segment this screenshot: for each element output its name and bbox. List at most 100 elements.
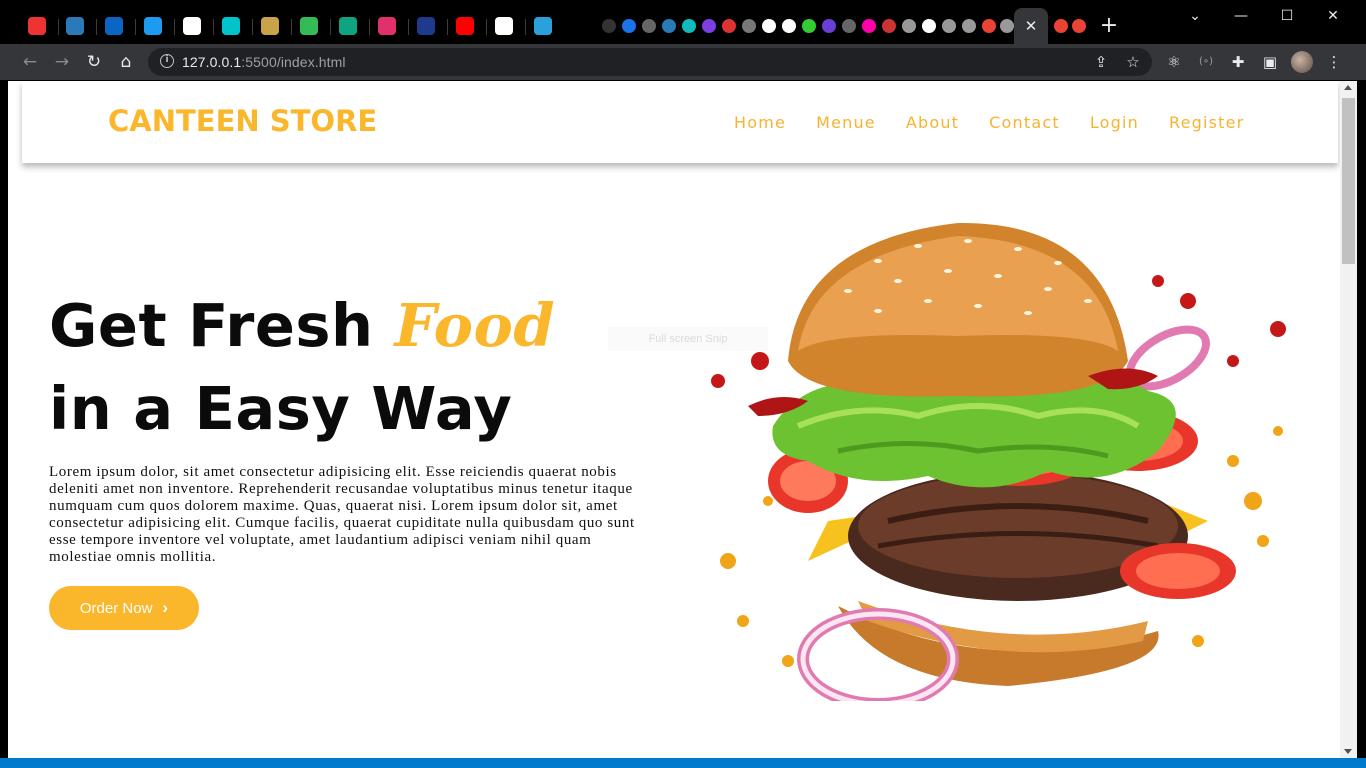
nav-home[interactable]: Home: [734, 113, 786, 132]
github-icon[interactable]: [495, 17, 513, 35]
minimize-icon[interactable]: —: [1218, 6, 1264, 28]
tab-separator: [408, 19, 409, 35]
instagram-icon[interactable]: [378, 17, 396, 35]
page-viewport: CANTEEN STORE Home Menue About Contact L…: [8, 81, 1340, 758]
browser-toolbar: ← → ↻ ⌂ i 127.0.0.1:5500/index.html ⇪ ☆ …: [0, 44, 1366, 80]
scroll-up-icon[interactable]: [1344, 85, 1352, 90]
twitter-icon[interactable]: [144, 17, 162, 35]
burger-image: [711, 222, 1286, 701]
menu-kebab-icon[interactable]: ⋮: [1324, 52, 1344, 72]
tab-separator: [135, 19, 136, 35]
tab-separator: [213, 19, 214, 35]
extensions-puzzle-icon[interactable]: ✚: [1228, 52, 1248, 72]
live-icon[interactable]: [417, 17, 435, 35]
tab-search-icon[interactable]: ⌄: [1172, 6, 1218, 28]
page-scrollbar[interactable]: [1340, 81, 1357, 758]
nav-about[interactable]: About: [906, 113, 959, 132]
tab-separator: [330, 19, 331, 35]
url-text[interactable]: 127.0.0.1:5500/index.html: [182, 54, 346, 70]
tab-favicon-icon[interactable]: [862, 19, 876, 33]
tab-separator: [174, 19, 175, 35]
reload-icon[interactable]: ↻: [82, 50, 106, 74]
linkedin-icon[interactable]: [105, 17, 123, 35]
new-tab-button[interactable]: +: [1098, 15, 1120, 38]
extension-icon[interactable]: (∘): [1196, 52, 1216, 72]
nav-login[interactable]: Login: [1090, 113, 1139, 132]
site-navbar: CANTEEN STORE Home Menue About Contact L…: [22, 81, 1338, 163]
telegram-icon[interactable]: [534, 17, 552, 35]
opera-icon[interactable]: [28, 17, 46, 35]
tab-favicon-icon[interactable]: [602, 19, 616, 33]
tab-favicon-icon[interactable]: [942, 19, 956, 33]
hero-heading: Get Fresh Food in a Easy Way: [49, 284, 555, 450]
tab-favicon-icon[interactable]: [742, 19, 756, 33]
window-right-edge: [1357, 81, 1366, 758]
nav-contact[interactable]: Contact: [989, 113, 1060, 132]
tab-separator: [252, 19, 253, 35]
close-tab-icon[interactable]: ✕: [1025, 17, 1038, 35]
close-window-icon[interactable]: ✕: [1310, 6, 1356, 28]
tab-favicon-icon[interactable]: [802, 19, 816, 33]
brand-logo[interactable]: CANTEEN STORE: [108, 104, 377, 138]
youtube-icon[interactable]: [456, 17, 474, 35]
site-info-icon[interactable]: i: [160, 54, 174, 68]
docs-icon[interactable]: [66, 17, 84, 35]
address-bar[interactable]: i 127.0.0.1:5500/index.html ⇪ ☆: [148, 48, 1152, 76]
tab-separator: [525, 19, 526, 35]
tab-separator: [96, 19, 97, 35]
editor-status-bar: [0, 758, 1366, 768]
circle-icon[interactable]: [300, 17, 318, 35]
tab-favicon-icon[interactable]: [622, 19, 636, 33]
profile-avatar[interactable]: [1291, 51, 1313, 73]
active-tab[interactable]: ✕: [1014, 8, 1048, 44]
tab-favicon-icon[interactable]: [982, 19, 996, 33]
home-icon[interactable]: ⌂: [114, 50, 138, 74]
tab-favicon-icon[interactable]: [1072, 19, 1086, 33]
order-now-label: Order Now: [79, 599, 153, 617]
tab-favicon-icon[interactable]: [762, 19, 776, 33]
side-panel-icon[interactable]: ▣: [1260, 52, 1280, 72]
tab-favicon-icon[interactable]: [682, 19, 696, 33]
nav-links: Home Menue About Contact Login Register: [734, 113, 1274, 132]
tab-favicon-icon[interactable]: [1054, 19, 1068, 33]
hero-paragraph: Lorem ipsum dolor, sit amet consectetur …: [49, 464, 635, 565]
tab-separator: [369, 19, 370, 35]
nav-register[interactable]: Register: [1169, 113, 1244, 132]
maximize-icon[interactable]: ☐: [1264, 6, 1310, 28]
bookmark-star-icon[interactable]: ☆: [1123, 52, 1143, 72]
canva-icon[interactable]: [222, 17, 240, 35]
tab-favicon-icon[interactable]: [1000, 19, 1014, 33]
scroll-down-icon[interactable]: [1344, 749, 1352, 754]
chevron-right-icon: ›: [162, 598, 169, 617]
nav-menu[interactable]: Menue: [816, 113, 876, 132]
tab-favicon-icon[interactable]: [722, 19, 736, 33]
forward-icon[interactable]: →: [50, 50, 74, 74]
tab-separator: [58, 19, 59, 35]
shield-icon[interactable]: [261, 17, 279, 35]
tab-favicon-icon[interactable]: [642, 19, 656, 33]
tab-favicon-icon[interactable]: [922, 19, 936, 33]
window-left-edge: [0, 81, 8, 758]
tab-favicon-icon[interactable]: [902, 19, 916, 33]
tab-separator: [291, 19, 292, 35]
back-icon[interactable]: ←: [18, 50, 42, 74]
tab-strip: ✕ + ⌄ — ☐ ✕: [0, 0, 1366, 44]
react-devtools-icon[interactable]: ⚛: [1164, 52, 1184, 72]
scrollbar-thumb[interactable]: [1342, 98, 1355, 264]
hero-line-2: in a Easy Way: [49, 374, 513, 443]
tab-favicon-icon[interactable]: [782, 19, 796, 33]
hero-line-1: Get Fresh: [49, 291, 374, 360]
tab-separator: [447, 19, 448, 35]
tab-favicon-icon[interactable]: [882, 19, 896, 33]
tab-favicon-icon[interactable]: [842, 19, 856, 33]
tab-favicon-icon[interactable]: [962, 19, 976, 33]
hero-accent-word: Food: [394, 291, 556, 360]
tab-separator: [486, 19, 487, 35]
chatgpt-icon[interactable]: [339, 17, 357, 35]
share-icon[interactable]: ⇪: [1091, 52, 1111, 72]
order-now-button[interactable]: Order Now ›: [49, 586, 199, 630]
github-icon[interactable]: [183, 17, 201, 35]
tab-favicon-icon[interactable]: [702, 19, 716, 33]
tab-favicon-icon[interactable]: [822, 19, 836, 33]
tab-favicon-icon[interactable]: [662, 19, 676, 33]
